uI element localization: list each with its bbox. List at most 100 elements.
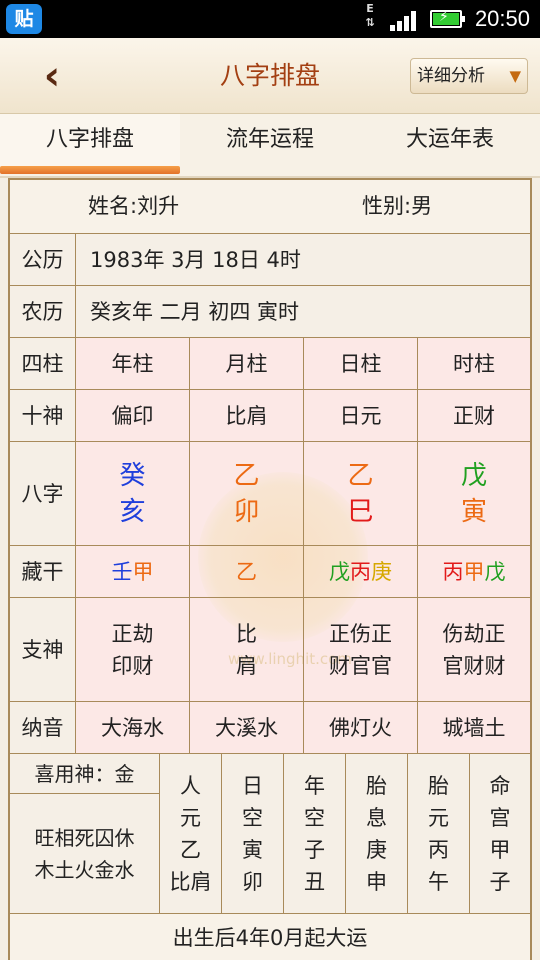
network-type-label: E (366, 2, 374, 15)
shishen-month: 比肩 (190, 390, 304, 442)
wangxiang: 旺相死囚休 木土火金水 (10, 794, 160, 914)
taixi-column: 胎 息 庚 申 (346, 754, 408, 914)
tab-liunian-yuncheng[interactable]: 流年运程 (180, 114, 360, 174)
canggan-hour-3: 戊 (484, 559, 506, 584)
back-button[interactable]: ‹ (30, 52, 74, 100)
renyuan-4: 比肩 (169, 869, 212, 894)
app-header: ‹ 八字排盘 详细分析 ▼ (0, 38, 540, 114)
xiyongshen: 喜用神：金 (10, 754, 160, 794)
gregorian-label: 公历 (10, 234, 76, 286)
lunar-value: 癸亥年 二月 初四 寅时 (76, 286, 530, 338)
network-type-icon: E ⇅ (365, 2, 375, 29)
zhishen-year-line2: 印财 (111, 653, 154, 678)
status-bar: 贴 E ⇅ ⚡ 20:50 (0, 0, 540, 38)
app-notification-icon: 贴 (6, 4, 42, 34)
renyuan-3: 乙 (180, 837, 201, 862)
zhishen-month: 比 肩 (190, 598, 304, 702)
battery-icon: ⚡ (430, 9, 465, 28)
canggan-day-3: 庚 (371, 559, 392, 584)
tab-dayun-nianbiao[interactable]: 大运年表 (360, 114, 540, 174)
zhishen-month-line1: 比 (236, 621, 257, 646)
person-info-row: 姓名:刘升 性别:男 (10, 180, 530, 234)
pillars-label: 四柱 (10, 338, 76, 390)
pillar-year: 年柱 (76, 338, 190, 390)
canggan-hour: 丙甲戊 (418, 546, 530, 598)
zhishen-label: 支神 (10, 598, 76, 702)
dayun-start-row: 出生后4年0月起大运 (10, 914, 530, 960)
bazi-day-branch: 巳 (347, 496, 374, 527)
taixi-1: 胎 (366, 773, 387, 798)
zhishen-month-line2: 肩 (236, 653, 257, 678)
rikong-2: 空 (242, 805, 263, 830)
chevron-left-icon: ‹ (43, 53, 61, 99)
status-time: 20:50 (474, 6, 530, 31)
shishen-day: 日元 (304, 390, 418, 442)
niankong-4: 丑 (304, 869, 325, 894)
zhishen-hour: 伤劫正 官财财 (418, 598, 530, 702)
niankong-1: 年 (304, 773, 325, 798)
lunar-label: 农历 (10, 286, 76, 338)
pillar-month: 月柱 (190, 338, 304, 390)
niankong-3: 子 (304, 837, 325, 862)
minggong-1: 命 (489, 773, 511, 798)
bazi-hour-branch: 寅 (460, 496, 487, 527)
nayin-day: 佛灯火 (304, 702, 418, 754)
minggong-2: 宫 (489, 805, 511, 830)
taixi-2: 息 (366, 805, 387, 830)
pillar-hour: 时柱 (418, 338, 530, 390)
canggan-label: 藏干 (10, 546, 76, 598)
canggan-year-2: 甲 (132, 559, 154, 584)
nayin-label: 纳音 (10, 702, 76, 754)
dayun-start-text: 出生后4年0月起大运 (172, 926, 368, 950)
canggan-day-2: 丙 (350, 559, 371, 584)
renyuan-1: 人 (180, 773, 201, 798)
nayin-year: 大海水 (76, 702, 190, 754)
canggan-year: 壬甲 (76, 546, 190, 598)
wangxiang-line1: 旺相死囚休 (34, 825, 135, 850)
zhishen-day-line1: 正伤正 (329, 621, 392, 646)
bazi-year-branch: 亥 (119, 496, 146, 527)
taiyuan-4: 午 (428, 869, 449, 894)
pillar-day: 日柱 (304, 338, 418, 390)
signal-icon (390, 9, 420, 31)
canggan-month-1: 乙 (236, 559, 257, 584)
tab-bazi-paipan[interactable]: 八字排盘 (0, 114, 180, 174)
minggong-column: 命 宫 甲 子 (470, 754, 530, 914)
nayin-month: 大溪水 (190, 702, 304, 754)
person-name: 姓名:刘升 (88, 194, 180, 218)
bazi-day-stem: 乙 (347, 460, 374, 491)
zhishen-year-line1: 正劫 (111, 621, 154, 646)
zhishen-day: 正伤正 财官官 (304, 598, 418, 702)
bazi-month: 乙 卯 (190, 442, 304, 546)
rikong-column: 日 空 寅 卯 (222, 754, 284, 914)
bazi-year: 癸 亥 (76, 442, 190, 546)
bazi-label: 八字 (10, 442, 76, 546)
canggan-hour-1: 丙 (442, 559, 464, 584)
canggan-hour-2: 甲 (463, 559, 485, 584)
wangxiang-line2: 木土火金水 (34, 857, 135, 882)
shishen-label: 十神 (10, 390, 76, 442)
zhishen-day-line2: 财官官 (329, 653, 392, 678)
zhishen-year: 正劫 印财 (76, 598, 190, 702)
taiyuan-2: 元 (428, 805, 449, 830)
bazi-hour: 戊 寅 (418, 442, 530, 546)
gregorian-value: 1983年 3月 18日 4时 (76, 234, 530, 286)
bazi-year-stem: 癸 (119, 460, 146, 491)
canggan-day-1: 戊 (329, 559, 350, 584)
detail-analysis-label: 详细分析 (417, 66, 485, 86)
detail-analysis-dropdown[interactable]: 详细分析 ▼ (410, 58, 528, 94)
nayin-hour: 城墙土 (418, 702, 530, 754)
active-tab-indicator (0, 166, 180, 174)
taixi-4: 申 (366, 869, 387, 894)
minggong-3: 甲 (489, 837, 511, 862)
zhishen-hour-line2: 官财财 (442, 653, 506, 678)
rikong-4: 卯 (242, 869, 263, 894)
shishen-hour: 正财 (418, 390, 530, 442)
taiyuan-3: 丙 (428, 837, 449, 862)
canggan-month: 乙 (190, 546, 304, 598)
bazi-day: 乙 巳 (304, 442, 418, 546)
rikong-3: 寅 (242, 837, 263, 862)
triangle-down-icon: ▼ (509, 67, 521, 85)
shishen-year: 偏印 (76, 390, 190, 442)
niankong-column: 年 空 子 丑 (284, 754, 346, 914)
